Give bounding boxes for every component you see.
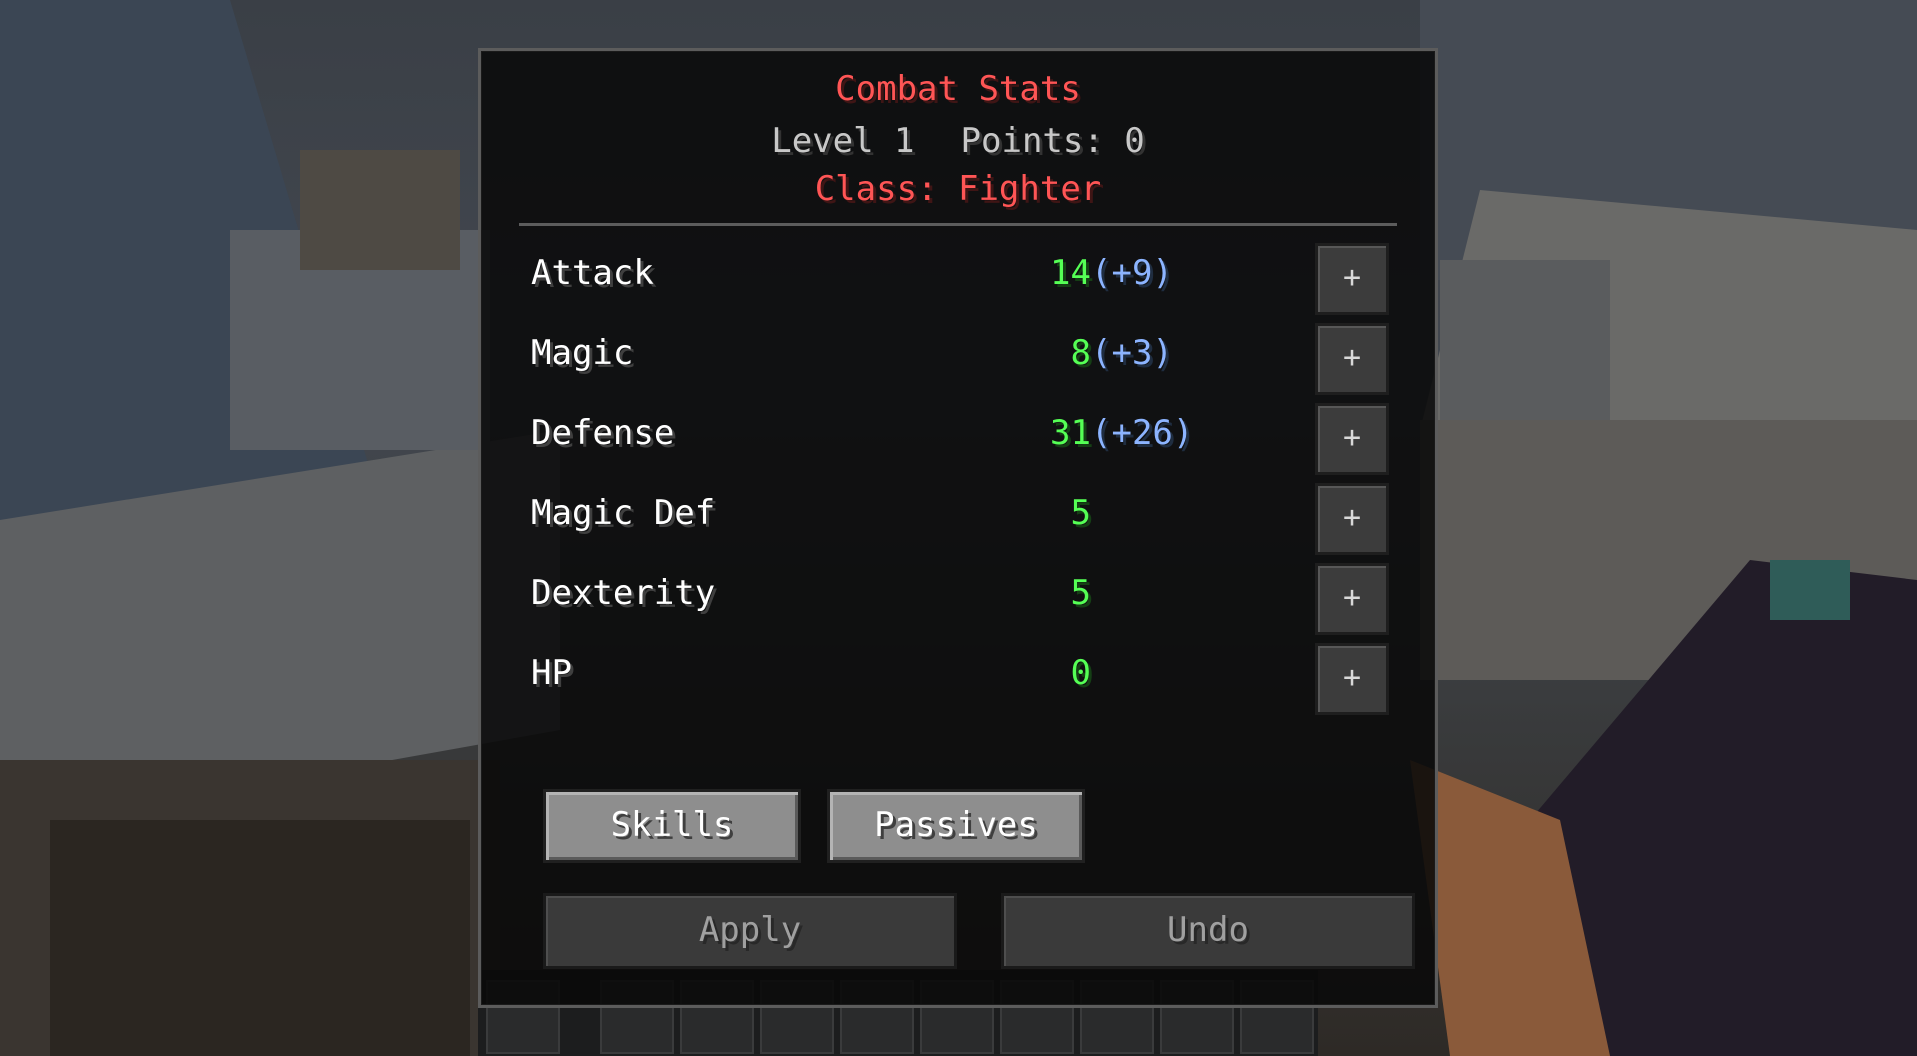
stat-value: 5 bbox=[1070, 573, 1091, 613]
terrain-block bbox=[50, 820, 470, 1056]
skills-button[interactable]: Skills bbox=[543, 789, 801, 863]
stat-name: Magic bbox=[531, 333, 634, 373]
increase-magic-def-button[interactable]: + bbox=[1315, 483, 1389, 555]
stat-row-attack: Attack 14 (+9) + bbox=[481, 243, 1441, 317]
class-label: Class: Fighter bbox=[814, 169, 1102, 209]
increase-defense-button[interactable]: + bbox=[1315, 403, 1389, 475]
combat-stats-panel: Combat Stats Level 1 Points: 0 Class: Fig… bbox=[478, 48, 1438, 1008]
stat-name: Defense bbox=[531, 413, 675, 453]
stat-row-defense: Defense 31 (+26) + bbox=[481, 403, 1441, 477]
increase-magic-button[interactable]: + bbox=[1315, 323, 1389, 395]
stat-bonus: (+3) bbox=[1091, 333, 1173, 373]
stat-name: Dexterity bbox=[531, 573, 716, 613]
stat-name: HP bbox=[531, 653, 572, 693]
terrain-block bbox=[300, 150, 460, 270]
stat-value: 31 bbox=[1050, 413, 1091, 453]
stat-row-magic-def: Magic Def 5 + bbox=[481, 483, 1441, 557]
level-label: Level 1 bbox=[771, 121, 915, 161]
stat-value: 5 bbox=[1070, 493, 1091, 533]
undo-button[interactable]: Undo bbox=[1001, 893, 1415, 969]
stat-value: 8 bbox=[1070, 333, 1091, 373]
increase-dexterity-button[interactable]: + bbox=[1315, 563, 1389, 635]
held-item-tip bbox=[1770, 560, 1850, 620]
stat-bonus: (+26) bbox=[1091, 413, 1194, 453]
stat-row-hp: HP 0 + bbox=[481, 643, 1441, 717]
stat-row-dexterity: Dexterity 5 + bbox=[481, 563, 1441, 637]
points-label: Points: 0 bbox=[960, 121, 1145, 161]
stat-value: 14 bbox=[1050, 253, 1091, 293]
panel-title: Combat Stats bbox=[835, 69, 1081, 109]
stat-name: Attack bbox=[531, 253, 654, 293]
increase-attack-button[interactable]: + bbox=[1315, 243, 1389, 315]
stat-bonus: (+9) bbox=[1091, 253, 1173, 293]
stat-name: Magic Def bbox=[531, 493, 716, 533]
stat-value: 0 bbox=[1070, 653, 1091, 693]
header-divider bbox=[519, 223, 1397, 226]
apply-button[interactable]: Apply bbox=[543, 893, 957, 969]
increase-hp-button[interactable]: + bbox=[1315, 643, 1389, 715]
passives-button[interactable]: Passives bbox=[827, 789, 1085, 863]
level-points-line: Level 1 Points: 0 bbox=[481, 121, 1435, 161]
stat-row-magic: Magic 8 (+3) + bbox=[481, 323, 1441, 397]
